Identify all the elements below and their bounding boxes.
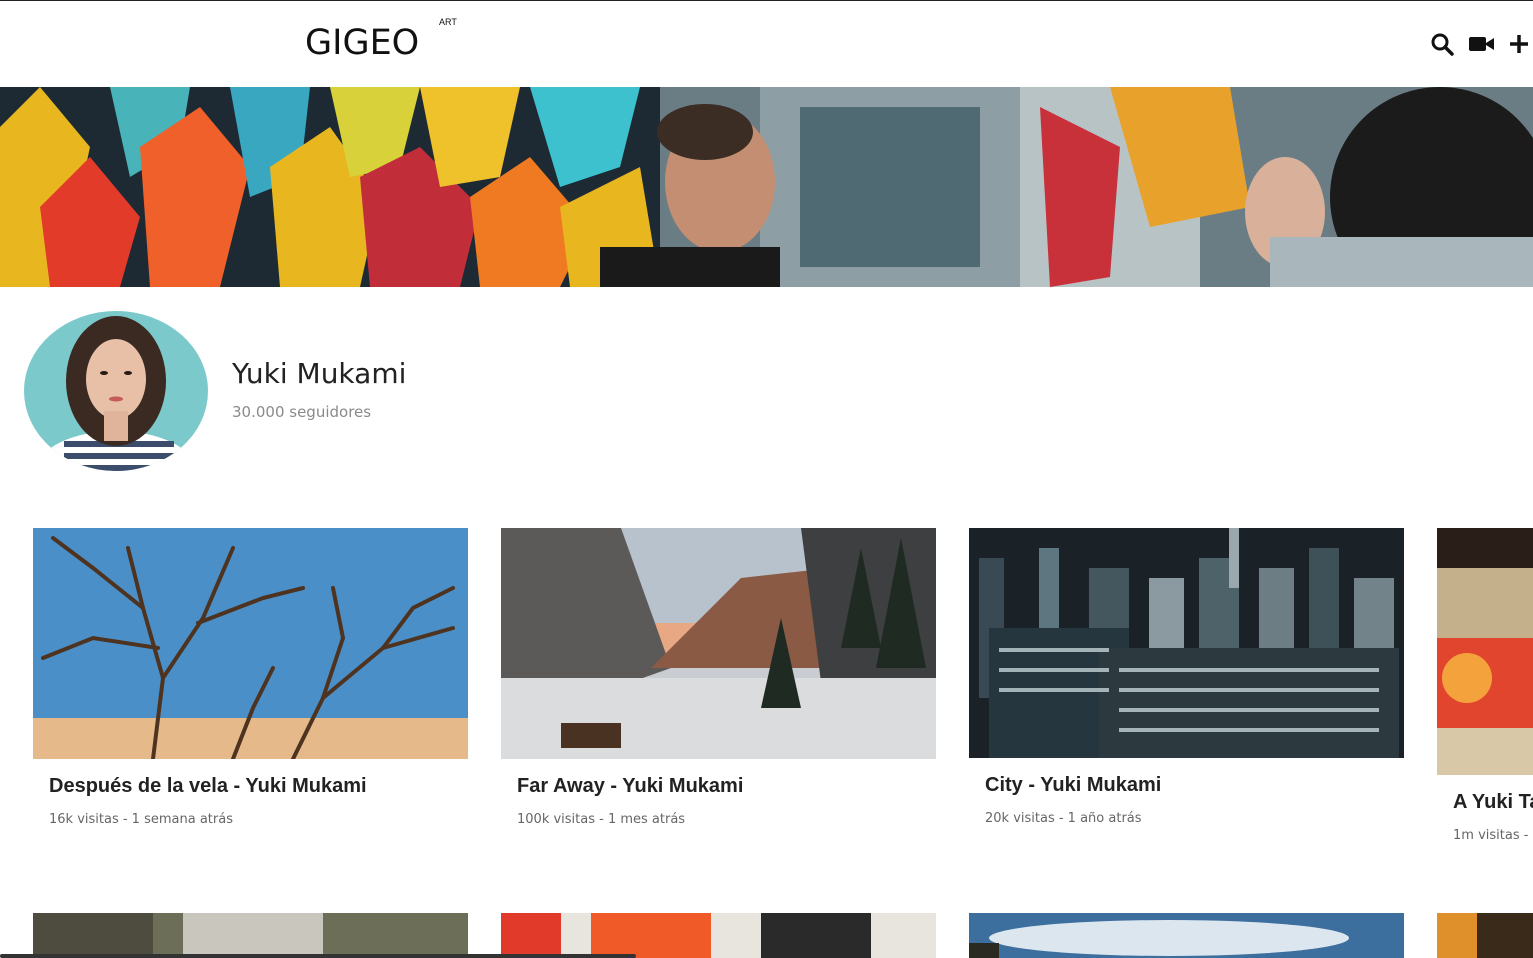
video-camera-icon[interactable] bbox=[1468, 32, 1494, 56]
video-thumbnail bbox=[33, 913, 468, 958]
video-title[interactable]: City - Yuki Mukami bbox=[985, 774, 1161, 797]
logo-superscript: ART bbox=[439, 17, 457, 27]
video-title[interactable]: Far Away - Yuki Mukami bbox=[517, 775, 743, 798]
profile-followers-count: 30.000 seguidores bbox=[232, 403, 372, 421]
video-title[interactable]: A Yuki Ta bbox=[1453, 791, 1533, 814]
top-navigation-bar: GIGEO ART bbox=[0, 1, 1533, 87]
video-thumbnail[interactable] bbox=[1437, 528, 1533, 775]
video-title[interactable]: Después de la vela - Yuki Mukami bbox=[49, 775, 367, 798]
video-meta: 16k visitas - 1 semana atrás bbox=[49, 812, 233, 827]
logo[interactable]: GIGEO bbox=[305, 23, 419, 63]
horizontal-scrollbar[interactable] bbox=[0, 954, 636, 958]
profile-name: Yuki Mukami bbox=[232, 357, 407, 390]
video-card[interactable]: A Yuki Ta 1m visitas - bbox=[1437, 528, 1533, 858]
plus-icon[interactable] bbox=[1507, 32, 1533, 56]
video-thumbnail bbox=[1437, 913, 1533, 958]
video-meta: 20k visitas - 1 año atrás bbox=[985, 811, 1142, 826]
profile-banner-image bbox=[0, 87, 1533, 287]
video-thumbnail[interactable] bbox=[501, 528, 936, 759]
video-card[interactable] bbox=[1437, 913, 1533, 958]
video-card[interactable]: Far Away - Yuki Mukami 100k visitas - 1 … bbox=[501, 528, 936, 838]
video-card[interactable] bbox=[501, 913, 936, 958]
video-thumbnail bbox=[969, 913, 1404, 958]
video-card[interactable] bbox=[33, 913, 468, 958]
video-thumbnail[interactable] bbox=[969, 528, 1404, 758]
video-card[interactable]: City - Yuki Mukami 20k visitas - 1 año a… bbox=[969, 528, 1404, 838]
video-meta: 100k visitas - 1 mes atrás bbox=[517, 812, 686, 827]
profile-avatar[interactable] bbox=[24, 311, 208, 471]
video-card[interactable] bbox=[969, 913, 1404, 958]
video-thumbnail[interactable] bbox=[33, 528, 468, 759]
video-thumbnail bbox=[501, 913, 936, 958]
search-icon[interactable] bbox=[1430, 32, 1456, 56]
video-card[interactable]: Después de la vela - Yuki Mukami 16k vis… bbox=[33, 528, 468, 838]
video-meta: 1m visitas - bbox=[1453, 828, 1529, 843]
